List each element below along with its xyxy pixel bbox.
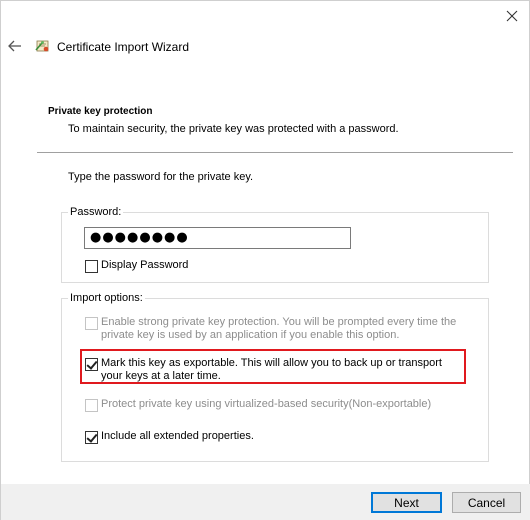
password-input[interactable]: ●●●●●●●● — [84, 227, 351, 249]
display-password-option[interactable]: Display Password — [85, 259, 188, 273]
close-button[interactable] — [501, 5, 523, 27]
password-group-legend: Password: — [68, 206, 124, 218]
section-title: Private key protection — [48, 106, 153, 117]
extended-properties-checkbox[interactable] — [85, 431, 98, 444]
display-password-checkbox[interactable] — [85, 260, 98, 273]
section-description: To maintain security, the private key wa… — [68, 123, 399, 135]
virtualized-security-label: Protect private key using virtualized-ba… — [101, 398, 432, 410]
certificate-wizard-icon — [35, 40, 49, 52]
strong-protection-checkbox — [85, 317, 98, 330]
extended-properties-option[interactable]: Include all extended properties. — [85, 430, 254, 444]
back-button[interactable] — [6, 37, 24, 55]
exportable-option[interactable]: Mark this key as exportable. This will a… — [85, 357, 465, 383]
back-arrow-icon — [8, 40, 21, 52]
footer-bar — [1, 484, 530, 520]
strong-protection-option: Enable strong private key protection. Yo… — [85, 316, 465, 342]
extended-properties-label: Include all extended properties. — [101, 430, 254, 442]
header-divider — [37, 152, 513, 153]
import-options-legend: Import options: — [68, 292, 145, 304]
exportable-checkbox[interactable] — [85, 358, 98, 371]
next-button[interactable]: Next — [371, 492, 442, 513]
virtualized-security-option: Protect private key using virtualized-ba… — [85, 398, 475, 412]
certificate-import-wizard-window: Certificate Import Wizard Private key pr… — [0, 0, 530, 520]
password-prompt: Type the password for the private key. — [68, 171, 254, 183]
display-password-label: Display Password — [101, 259, 189, 271]
wizard-title: Certificate Import Wizard — [57, 40, 190, 54]
strong-protection-label: Enable strong private key protection. Yo… — [101, 316, 457, 341]
close-icon — [506, 10, 518, 22]
cancel-button[interactable]: Cancel — [452, 492, 521, 513]
exportable-label: Mark this key as exportable. This will a… — [101, 357, 442, 382]
virtualized-security-checkbox — [85, 399, 98, 412]
